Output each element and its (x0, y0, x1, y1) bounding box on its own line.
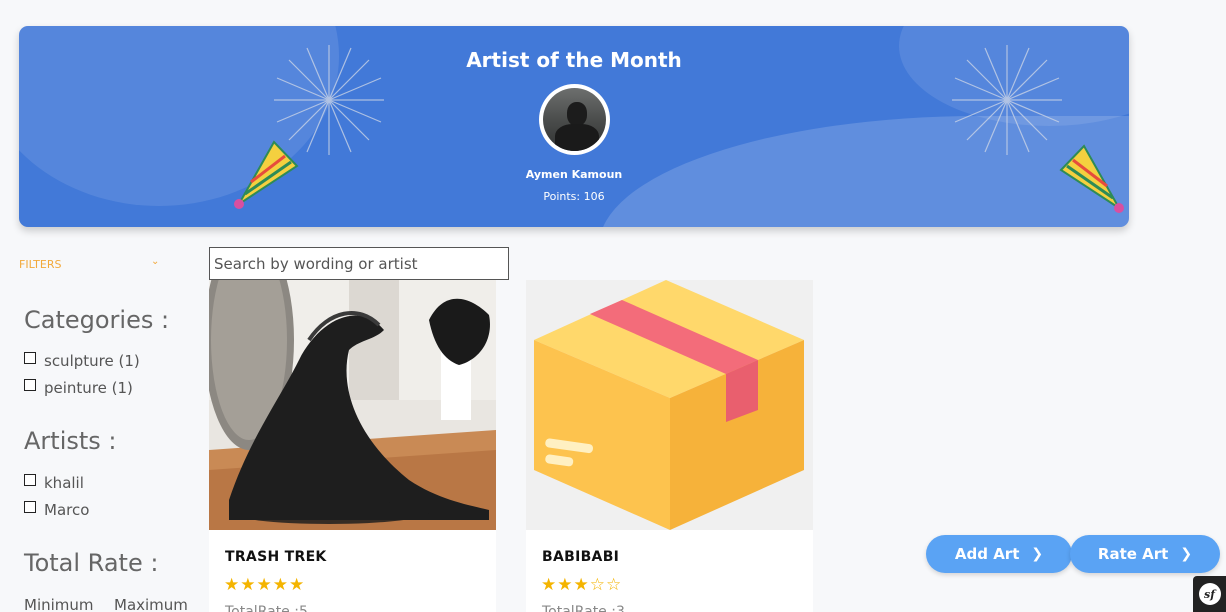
add-art-label: Add Art (954, 545, 1020, 563)
total-rate: TotalRate :5 (225, 604, 308, 612)
rate-art-button[interactable]: Rate Art ❯ (1070, 535, 1220, 573)
checkbox[interactable] (24, 501, 36, 513)
filters-label: FILTERS (19, 258, 62, 271)
symfony-toolbar-toggle[interactable]: sf (1193, 576, 1226, 612)
maximum-label: Maximum (114, 596, 188, 612)
artist-name: Aymen Kamoun (525, 168, 623, 181)
category-filter-peinture[interactable]: peinture (1) (24, 379, 133, 397)
chevron-down-icon: ⌄ (151, 256, 160, 267)
artist-label: Marco (44, 501, 90, 519)
checkbox[interactable] (24, 352, 36, 364)
chevron-right-icon: ❯ (1031, 546, 1044, 562)
minimum-label: Minimum (24, 596, 94, 612)
category-filter-sculpture[interactable]: sculpture (1) (24, 352, 140, 370)
categories-heading: Categories : (24, 306, 170, 334)
artists-heading: Artists : (24, 427, 117, 455)
artist-of-month-banner: Artist of the Month Aymen Kamoun Points:… (19, 26, 1129, 227)
art-image[interactable] (209, 280, 496, 530)
category-label: sculpture (1) (44, 352, 140, 370)
art-image[interactable] (526, 280, 813, 530)
filters-toggle[interactable]: FILTERS ⌄ (19, 256, 169, 271)
artist-avatar (539, 84, 610, 155)
total-rate-heading: Total Rate : (24, 549, 159, 577)
artist-filter-marco[interactable]: Marco (24, 501, 89, 519)
add-art-button[interactable]: Add Art ❯ (926, 535, 1072, 573)
art-title[interactable]: BABIBABI (542, 549, 619, 565)
search-input[interactable] (209, 247, 509, 280)
category-label: peinture (1) (44, 379, 133, 397)
rating-stars: ★★★☆☆ (541, 575, 623, 594)
artist-points: Points: 106 (543, 190, 605, 203)
artist-label: khalil (44, 474, 84, 492)
art-card[interactable]: BABIBABI ★★★☆☆ TotalRate :3 (526, 280, 813, 612)
total-rate: TotalRate :3 (542, 604, 625, 612)
chevron-right-icon: ❯ (1180, 546, 1193, 562)
symfony-logo-icon: sf (1198, 583, 1221, 605)
banner-title: Artist of the Month (466, 48, 682, 72)
art-title[interactable]: TRASH TREK (225, 549, 327, 565)
artist-filter-khalil[interactable]: khalil (24, 474, 84, 492)
art-card[interactable]: TRASH TREK ★★★★★ TotalRate :5 (209, 280, 496, 612)
rate-art-label: Rate Art (1097, 545, 1169, 563)
checkbox[interactable] (24, 379, 36, 391)
checkbox[interactable] (24, 474, 36, 486)
rating-stars: ★★★★★ (224, 575, 306, 594)
